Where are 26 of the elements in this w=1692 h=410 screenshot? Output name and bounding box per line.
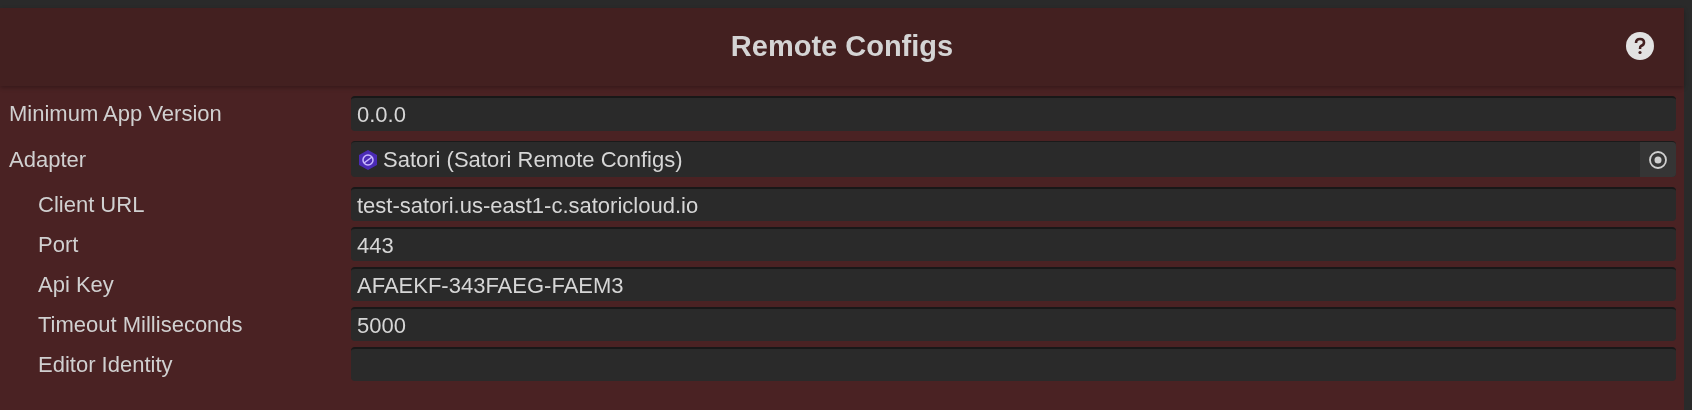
- field-label: Timeout Milliseconds: [37, 310, 244, 339]
- text-field[interactable]: 5000: [351, 307, 1676, 341]
- field-value: 443: [357, 231, 394, 260]
- question-mark-icon: [1633, 37, 1647, 55]
- field-value: 0.0.0: [357, 101, 406, 129]
- text-field[interactable]: AFAEKF-343FAEG-FAEM3: [351, 267, 1676, 301]
- object-field[interactable]: Satori (Satori Remote Configs): [351, 141, 1676, 177]
- help-button[interactable]: [1626, 32, 1654, 60]
- field-label: Api Key: [37, 270, 115, 299]
- text-field[interactable]: 443: [351, 227, 1676, 261]
- field-value: AFAEKF-343FAEG-FAEM3: [357, 271, 624, 300]
- field-label: Client URL: [37, 190, 146, 219]
- text-field[interactable]: [351, 347, 1676, 381]
- text-field[interactable]: 0.0.0: [351, 96, 1676, 131]
- field-value: Satori (Satori Remote Configs): [383, 146, 684, 174]
- field-value: test-satori.us-east1-c.satoricloud.io: [357, 191, 699, 220]
- field-value: 5000: [357, 311, 406, 340]
- field-label: Minimum App Version: [8, 100, 223, 128]
- panel-title: Remote Configs: [730, 29, 954, 65]
- field-label: Port: [37, 230, 80, 259]
- text-field[interactable]: test-satori.us-east1-c.satoricloud.io: [351, 187, 1676, 221]
- hexagon-logo-icon: [357, 148, 379, 171]
- field-label: Adapter: [8, 145, 88, 174]
- target-icon: [1648, 149, 1668, 170]
- object-picker-button[interactable]: [1640, 142, 1676, 177]
- field-label: Editor Identity: [37, 350, 174, 379]
